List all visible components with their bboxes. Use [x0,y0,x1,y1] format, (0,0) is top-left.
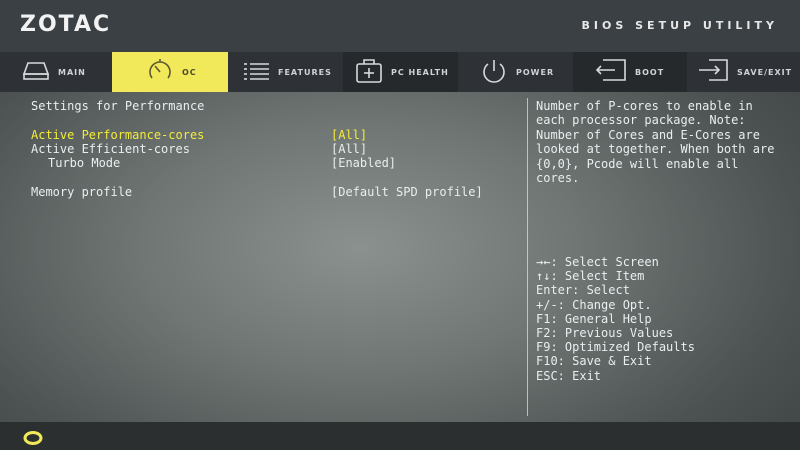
setting-active-efficient-cores-value[interactable]: [All] [331,142,367,156]
bottom-bar [0,422,800,450]
tab-power-label: POWER [516,67,555,77]
key-help-item: ↑↓: Select Item [536,269,645,284]
tab-save-exit-label: SAVE/EXIT [737,67,793,77]
health-plus-icon [355,58,383,86]
tab-boot-label: BOOT [635,67,665,77]
settings-panel: Settings for Performance Active Performa… [0,92,527,422]
tab-save-exit[interactable]: SAVE/EXIT [687,52,800,92]
key-help-item: ESC: Exit [536,368,602,383]
boot-icon [595,58,627,86]
setting-memory-profile-value[interactable]: [Default SPD profile] [331,185,483,199]
key-help-item: +/-: Change Opt. [536,297,652,312]
setting-active-efficient-cores[interactable]: Active Efficient-cores [31,142,190,156]
setting-turbo-mode-value[interactable]: [Enabled] [331,156,396,170]
key-help-item: F9: Optimized Defaults [536,340,695,355]
setting-turbo-mode[interactable]: Turbo Mode [48,156,120,170]
power-icon [480,58,508,86]
help-text: Number of P-cores to enable in each proc… [536,99,775,186]
zotac-ring-icon [23,430,43,449]
tab-features-label: FEATURES [278,67,332,77]
content-area: Settings for Performance Active Performa… [0,92,800,422]
list-icon [242,61,270,83]
zotac-logo: ZOTAC [20,12,112,37]
tab-features[interactable]: FEATURES [228,52,343,92]
tab-main[interactable]: MAIN [0,52,112,92]
tab-power[interactable]: POWER [458,52,573,92]
drive-icon [22,60,50,84]
key-help-item: Enter: Select [536,283,630,298]
speedometer-icon [146,58,174,86]
tab-bar: MAIN OC FEATURES PC HEALTH POWER BOOT SA… [0,52,800,92]
key-help-item: F10: Save & Exit [536,354,652,369]
key-help-item: F2: Previous Values [536,326,674,341]
key-help-list: →←: Select Screen ↑↓: Select Item Enter:… [536,255,695,383]
tab-boot[interactable]: BOOT [573,52,687,92]
tab-oc-label: OC [182,67,197,77]
tab-pc-health[interactable]: PC HEALTH [343,52,458,92]
top-bar: ZOTAC BIOS SETUP UTILITY [0,0,800,52]
tab-oc[interactable]: OC [112,52,228,92]
bios-screen: ZOTAC BIOS SETUP UTILITY MAIN OC FEATURE… [0,0,800,450]
setting-active-performance-cores[interactable]: Active Performance-cores [31,128,204,142]
panel-divider [527,98,528,416]
key-help-item: →←: Select Screen [536,255,659,269]
tab-main-label: MAIN [58,67,86,77]
help-panel: Number of P-cores to enable in each proc… [536,92,794,422]
setting-active-performance-cores-value[interactable]: [All] [331,128,367,142]
tab-pc-health-label: PC HEALTH [391,67,449,77]
setting-memory-profile[interactable]: Memory profile [31,185,132,199]
exit-icon [697,58,729,86]
key-help-item: F1: General Help [536,311,652,326]
section-title: Settings for Performance [31,99,205,113]
utility-title: BIOS SETUP UTILITY [581,19,778,32]
